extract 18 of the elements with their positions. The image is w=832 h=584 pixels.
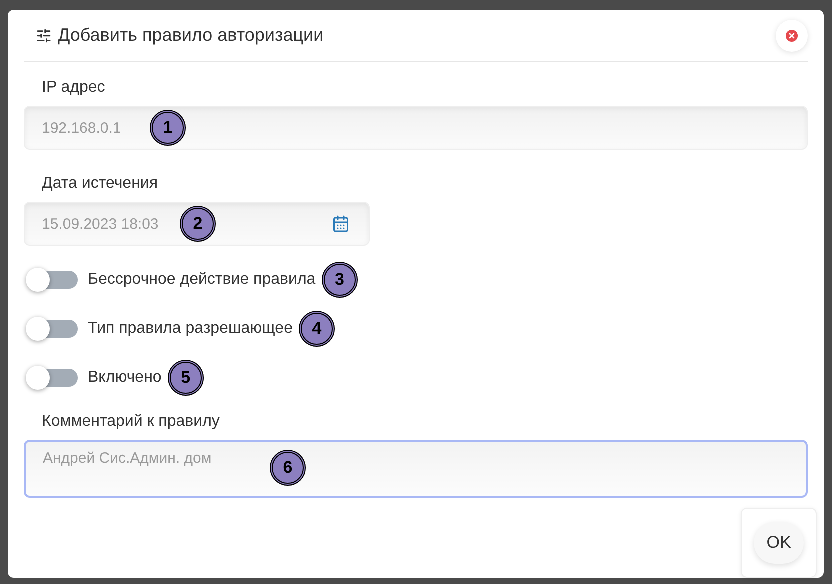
toggle-label: Тип правила разрешающее <box>88 319 293 339</box>
toggle-label: Бессрочное действие правила <box>88 270 316 290</box>
callout-marker: 3 <box>322 262 358 298</box>
field-label: IP адрес <box>42 78 106 98</box>
toggle-switch[interactable] <box>26 271 78 289</box>
callout-marker: 5 <box>168 360 204 396</box>
dialog-title: Добавить правило авторизации <box>58 24 324 47</box>
toggle-switch[interactable] <box>26 320 78 338</box>
sliders-icon <box>36 28 52 44</box>
close-button[interactable] <box>776 20 808 52</box>
toggle-label: Включено <box>88 368 162 388</box>
toggle-switch[interactable] <box>26 369 78 387</box>
callout-marker: 4 <box>298 311 335 347</box>
ok-button[interactable]: OK <box>754 522 804 564</box>
field-label: Комментарий к правилу <box>42 412 221 432</box>
close-icon <box>784 28 800 44</box>
calendar-icon[interactable] <box>332 215 350 233</box>
field-label: Дата истечения <box>42 174 159 194</box>
